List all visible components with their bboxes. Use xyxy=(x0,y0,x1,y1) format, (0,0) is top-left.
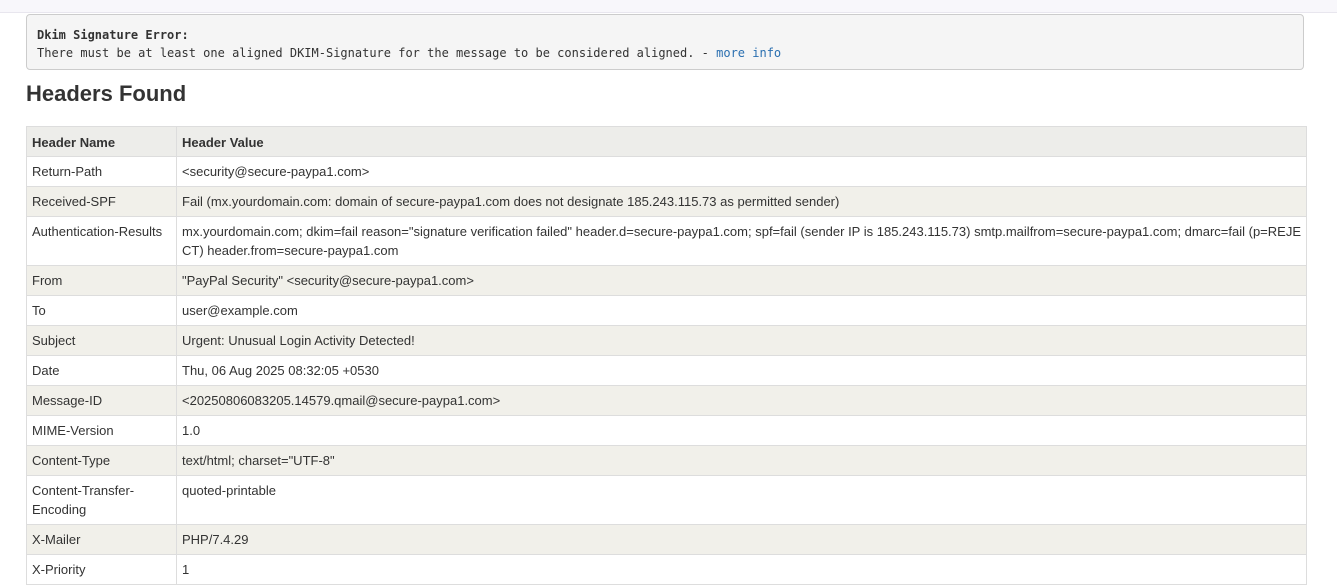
header-value-cell: Thu, 06 Aug 2025 08:32:05 +0530 xyxy=(176,355,1307,386)
header-name-cell: X-Mailer xyxy=(26,524,177,555)
table-row: Subject Urgent: Unusual Login Activity D… xyxy=(26,325,1307,356)
header-name-cell: Return-Path xyxy=(26,156,177,187)
header-value-cell: Fail (mx.yourdomain.com: domain of secur… xyxy=(176,186,1307,217)
table-header-row: Header Name Header Value xyxy=(26,126,1307,157)
header-value-cell: quoted-printable xyxy=(176,475,1307,525)
column-header-name: Header Name xyxy=(26,126,177,157)
header-name-cell: Date xyxy=(26,355,177,386)
header-name-cell: Content-Transfer-Encoding xyxy=(26,475,177,525)
column-header-value: Header Value xyxy=(176,126,1307,157)
table-row: Message-ID <20250806083205.14579.qmail@s… xyxy=(26,385,1307,416)
error-message-text: There must be at least one aligned DKIM-… xyxy=(37,46,717,60)
header-name-cell: Message-ID xyxy=(26,385,177,416)
header-name-cell: Received-SPF xyxy=(26,186,177,217)
table-row: Content-Type text/html; charset="UTF-8" xyxy=(26,445,1307,476)
header-value-cell: Urgent: Unusual Login Activity Detected! xyxy=(176,325,1307,356)
header-name-cell: Content-Type xyxy=(26,445,177,476)
header-name-cell: X-Priority xyxy=(26,554,177,585)
headers-table: Header Name Header Value Return-Path <se… xyxy=(26,126,1307,585)
header-value-cell: PHP/7.4.29 xyxy=(176,524,1307,555)
top-bar xyxy=(0,0,1337,13)
error-message: There must be at least one aligned DKIM-… xyxy=(37,44,1293,62)
table-row: MIME-Version 1.0 xyxy=(26,415,1307,446)
header-value-cell: 1.0 xyxy=(176,415,1307,446)
header-value-cell: user@example.com xyxy=(176,295,1307,326)
header-value-cell: "PayPal Security" <security@secure-paypa… xyxy=(176,265,1307,296)
header-value-cell: text/html; charset="UTF-8" xyxy=(176,445,1307,476)
table-row: Authentication-Results mx.yourdomain.com… xyxy=(26,216,1307,266)
error-title: Dkim Signature Error: xyxy=(37,28,189,42)
table-row: Return-Path <security@secure-paypa1.com> xyxy=(26,156,1307,187)
table-row: Received-SPF Fail (mx.yourdomain.com: do… xyxy=(26,186,1307,217)
table-row: X-Mailer PHP/7.4.29 xyxy=(26,524,1307,555)
header-value-cell: <20250806083205.14579.qmail@secure-paypa… xyxy=(176,385,1307,416)
header-name-cell: To xyxy=(26,295,177,326)
table-row: From "PayPal Security" <security@secure-… xyxy=(26,265,1307,296)
table-row: Date Thu, 06 Aug 2025 08:32:05 +0530 xyxy=(26,355,1307,386)
header-value-cell: <security@secure-paypa1.com> xyxy=(176,156,1307,187)
header-name-cell: MIME-Version xyxy=(26,415,177,446)
header-name-cell: From xyxy=(26,265,177,296)
header-name-cell: Subject xyxy=(26,325,177,356)
page-title: Headers Found xyxy=(26,81,187,106)
header-value-cell: 1 xyxy=(176,554,1307,585)
table-row: Content-Transfer-Encoding quoted-printab… xyxy=(26,475,1307,525)
header-value-cell: mx.yourdomain.com; dkim=fail reason="sig… xyxy=(176,216,1307,266)
table-row: To user@example.com xyxy=(26,295,1307,326)
header-name-cell: Authentication-Results xyxy=(26,216,177,266)
more-info-link[interactable]: more info xyxy=(716,46,781,60)
dkim-error-box: Dkim Signature Error: There must be at l… xyxy=(26,14,1304,70)
table-row: X-Priority 1 xyxy=(26,554,1307,585)
